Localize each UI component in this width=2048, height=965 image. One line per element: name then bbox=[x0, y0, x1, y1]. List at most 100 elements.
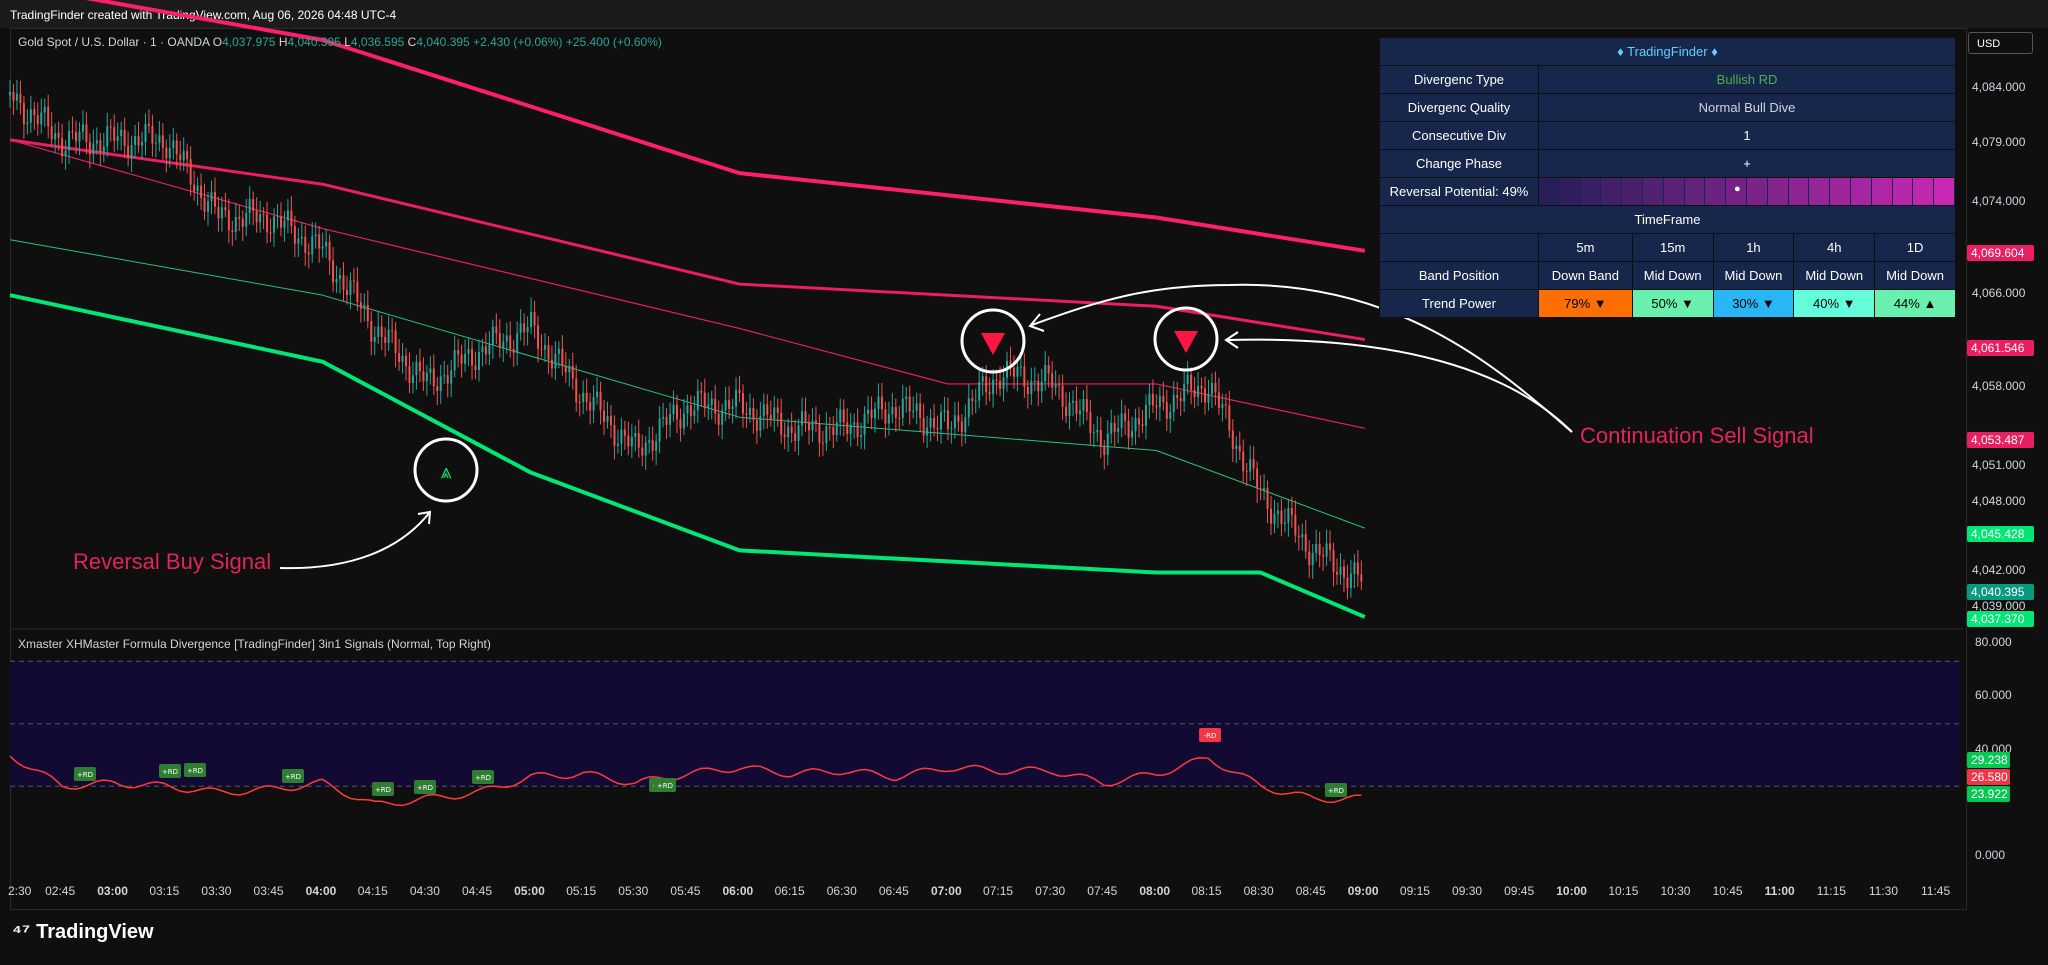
price-tag: 4,069.604 bbox=[1967, 245, 2034, 261]
currency-button[interactable]: USD bbox=[1968, 32, 2033, 54]
candle-body bbox=[724, 400, 727, 411]
candle-body bbox=[606, 416, 609, 422]
candle-body bbox=[193, 184, 196, 192]
candle-body bbox=[1238, 445, 1241, 452]
candle-body bbox=[147, 123, 150, 126]
time-tick: 07:15 bbox=[983, 884, 1014, 898]
candle-body bbox=[1030, 381, 1033, 395]
candle-body bbox=[741, 393, 744, 414]
candle-body bbox=[662, 416, 665, 419]
candle-body bbox=[1134, 418, 1137, 432]
candle-body bbox=[1259, 488, 1262, 490]
candle-body bbox=[502, 341, 505, 348]
candle-body bbox=[116, 136, 119, 141]
candle-body bbox=[1349, 573, 1352, 589]
candle-body bbox=[1141, 424, 1144, 426]
candle-body bbox=[85, 124, 88, 142]
candle-body bbox=[894, 407, 897, 418]
candle-body bbox=[1117, 427, 1120, 432]
candle-body bbox=[1131, 431, 1134, 438]
timeframe-header: TimeFrame bbox=[1379, 205, 1956, 234]
candle-body bbox=[1283, 522, 1286, 525]
candle-body bbox=[54, 132, 57, 140]
candle-body bbox=[321, 246, 324, 249]
time-tick: 09:15 bbox=[1399, 884, 1430, 898]
row-label: Consecutive Div bbox=[1379, 121, 1539, 150]
candle-body bbox=[905, 396, 908, 400]
candle-body bbox=[1346, 577, 1349, 589]
candle-body bbox=[238, 217, 241, 219]
candle-body bbox=[873, 408, 876, 419]
candle-body bbox=[127, 145, 130, 159]
candle-body bbox=[283, 220, 286, 228]
candle-body bbox=[137, 136, 140, 146]
candle-body bbox=[547, 345, 550, 360]
candle-body bbox=[1169, 411, 1172, 419]
candle-body bbox=[1210, 382, 1213, 395]
gradient-segment bbox=[1705, 178, 1727, 205]
candle-body bbox=[981, 376, 984, 382]
gradient-segment bbox=[1913, 178, 1935, 205]
time-tick: 02:45 bbox=[45, 884, 76, 898]
candle-body bbox=[1099, 429, 1102, 448]
price-tick: 4,048.000 bbox=[1972, 494, 2026, 508]
candle-body bbox=[450, 370, 453, 384]
indicator-title[interactable]: Xmaster XHMaster Formula Divergence [Tra… bbox=[18, 637, 491, 651]
candle-body bbox=[1329, 543, 1332, 550]
candle-body bbox=[179, 154, 182, 161]
candle-body bbox=[102, 146, 105, 152]
candle-body bbox=[168, 148, 171, 159]
candle-body bbox=[797, 425, 800, 441]
candle-body bbox=[644, 442, 647, 456]
time-tick: 10:30 bbox=[1660, 884, 1691, 898]
candle-body bbox=[599, 391, 602, 411]
candle-body bbox=[978, 381, 981, 401]
candle-body bbox=[1061, 385, 1064, 407]
candle-body bbox=[1072, 400, 1075, 403]
candle-body bbox=[665, 416, 668, 425]
candle-body bbox=[641, 447, 644, 456]
candle-body bbox=[471, 349, 474, 366]
candle-body bbox=[1096, 429, 1099, 433]
candle-body bbox=[807, 422, 810, 431]
candle-body bbox=[537, 325, 540, 349]
candle-body bbox=[912, 410, 915, 412]
candle-body bbox=[40, 112, 43, 125]
candle-body bbox=[870, 409, 873, 419]
tradingview-logo[interactable]: ⁴⁷ TradingView bbox=[12, 921, 154, 944]
gradient-segment bbox=[1830, 178, 1851, 205]
gradient-segment bbox=[1871, 178, 1893, 205]
candle-body bbox=[1085, 399, 1088, 413]
candle-body bbox=[1148, 393, 1151, 406]
candle-body bbox=[672, 404, 675, 414]
reversal-buy-annotation: Reversal Buy Signal bbox=[73, 549, 272, 574]
candle-body bbox=[227, 210, 230, 231]
candle-body bbox=[988, 392, 991, 395]
candle-body bbox=[1197, 386, 1200, 398]
candle-body bbox=[582, 392, 585, 403]
candle-body bbox=[971, 398, 974, 401]
candle-body bbox=[1089, 412, 1092, 434]
candle-body bbox=[707, 405, 710, 409]
candle-body bbox=[748, 407, 751, 416]
oscillator-tag: 29.238 bbox=[1967, 752, 2010, 768]
symbol-legend[interactable]: Gold Spot / U.S. Dollar · 1 · OANDA O4,0… bbox=[18, 35, 662, 49]
candle-body bbox=[1263, 487, 1266, 490]
divergence-label: +RD bbox=[417, 784, 433, 792]
candle-body bbox=[960, 421, 963, 433]
divergence-label: +RD bbox=[375, 786, 391, 794]
candle-body bbox=[154, 143, 157, 145]
candle-body bbox=[1179, 397, 1182, 402]
candle-body bbox=[526, 327, 529, 333]
candle-body bbox=[863, 414, 866, 436]
candle-body bbox=[1301, 534, 1304, 538]
candle-body bbox=[269, 232, 272, 234]
price-tag: 4,061.546 bbox=[1967, 340, 2034, 356]
candle-body bbox=[1308, 551, 1311, 566]
candle-body bbox=[1217, 392, 1220, 408]
candle-body bbox=[880, 396, 883, 410]
divergence-label: +RD bbox=[285, 773, 301, 781]
candle-body bbox=[696, 390, 699, 411]
candle-body bbox=[637, 433, 640, 448]
time-tick: 09:30 bbox=[1452, 884, 1483, 898]
